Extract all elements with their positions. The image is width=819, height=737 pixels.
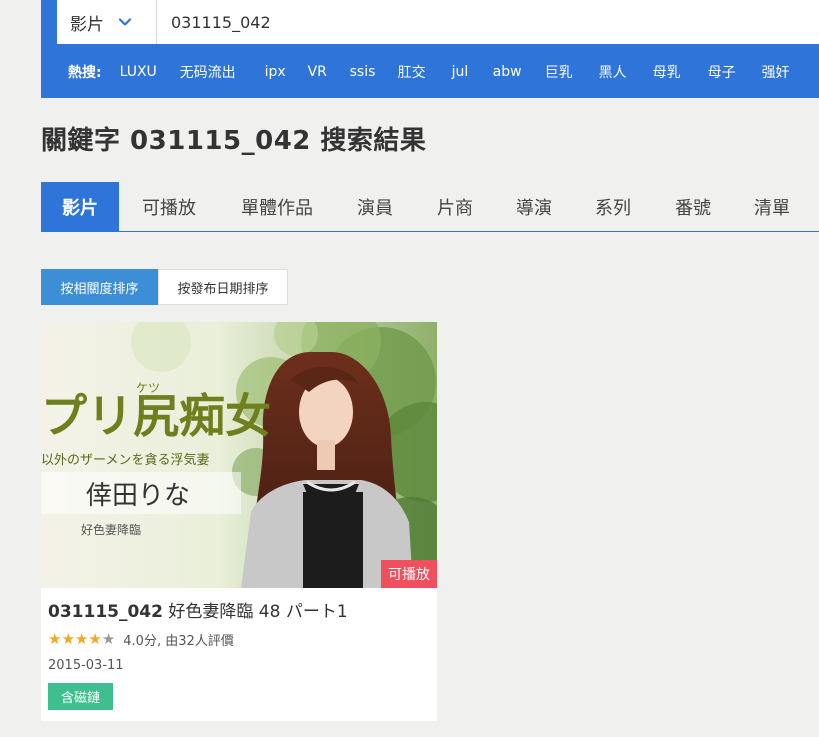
hot-search-item[interactable]: 母子 [708, 62, 762, 82]
video-name: 好色妻降臨 48 パート1 [168, 602, 348, 622]
hot-search-item[interactable]: 强奸 [762, 62, 802, 82]
rating-text: 4.0分, 由32人評價 [123, 634, 234, 649]
poster-ruby: ケツ [136, 381, 160, 395]
hot-search-item[interactable]: 无码流出 [180, 62, 265, 82]
chevron-down-icon [118, 18, 132, 26]
poster-actress: 倖田りな [86, 481, 190, 511]
hot-search-item[interactable]: ipx [265, 64, 308, 80]
sort-date-button[interactable]: 按發布日期排序 [158, 269, 288, 305]
video-code: 031115_042 [48, 602, 163, 622]
tab-actors[interactable]: 演員 [335, 182, 415, 231]
tab-studios[interactable]: 片商 [415, 182, 495, 231]
tab-videos[interactable]: 影片 [41, 182, 119, 231]
star-icon: ★ [74, 630, 89, 648]
poster-image: プリ尻痴女 ケツ 以外のザーメンを貪る浮気妻 倖田りな 好色妻降臨 [41, 322, 437, 588]
tab-codes[interactable]: 番號 [653, 182, 733, 231]
search-input[interactable]: 031115_042 [157, 13, 271, 32]
result-tabs: 影片 可播放 單體作品 演員 片商 導演 系列 番號 清單 [41, 182, 819, 232]
hot-search-item[interactable]: jul [452, 64, 493, 80]
tab-directors[interactable]: 導演 [495, 182, 573, 231]
sort-buttons: 按相關度排序 按發布日期排序 [41, 269, 288, 305]
poster-title: プリ尻痴女 [41, 389, 271, 443]
page-title: 關鍵字 031115_042 搜索結果 [41, 126, 427, 156]
tab-lists[interactable]: 清單 [733, 182, 811, 231]
star-icon: ★ [88, 630, 102, 648]
video-title[interactable]: 031115_042 好色妻降臨 48 パート1 [48, 597, 348, 622]
category-select[interactable]: 影片 [57, 0, 157, 44]
category-select-value: 影片 [70, 14, 104, 35]
rating: ★ ★ ★ ★ ★ 4.0分, 由32人評價 [48, 630, 234, 650]
star-rating: ★ ★ ★ ★ ★ [48, 632, 115, 647]
hot-search-label: 熱搜: [68, 65, 102, 81]
tab-single-works[interactable]: 單體作品 [219, 182, 335, 231]
tab-series[interactable]: 系列 [573, 182, 653, 231]
release-date: 2015-03-11 [48, 658, 124, 673]
tab-playable[interactable]: 可播放 [119, 182, 219, 231]
search-bar: 影片 031115_042 [57, 0, 819, 44]
hot-search-item[interactable]: 黑人 [599, 62, 653, 82]
video-card[interactable]: プリ尻痴女 ケツ 以外のザーメンを貪る浮気妻 倖田りな 好色妻降臨 可播放 03… [41, 322, 437, 721]
hot-search-item[interactable]: 巨乳 [545, 62, 599, 82]
star-icon: ★ [61, 630, 75, 648]
star-empty-icon: ★ [101, 630, 116, 648]
hot-search-item[interactable]: VR [308, 64, 350, 80]
poster-brand: 好色妻降臨 [81, 523, 141, 537]
hot-search-item[interactable]: 肛交 [398, 62, 452, 82]
hot-search-item[interactable]: ssis [350, 64, 398, 80]
hot-search-item[interactable]: 母乳 [653, 62, 708, 82]
magnet-tag: 含磁鏈 [48, 683, 113, 710]
playable-badge: 可播放 [381, 560, 437, 588]
hot-search-row: 熱搜: LUXU 无码流出 ipx VR ssis 肛交 jul abw 巨乳 … [68, 56, 802, 88]
sort-relevance-button[interactable]: 按相關度排序 [41, 269, 158, 305]
hot-search-item[interactable]: LUXU [120, 64, 180, 80]
hot-search-item[interactable]: abw [493, 64, 545, 80]
poster-subtitle: 以外のザーメンを貪る浮気妻 [41, 452, 209, 468]
video-thumbnail[interactable]: プリ尻痴女 ケツ 以外のザーメンを貪る浮気妻 倖田りな 好色妻降臨 可播放 [41, 322, 437, 588]
star-icon: ★ [48, 630, 62, 648]
